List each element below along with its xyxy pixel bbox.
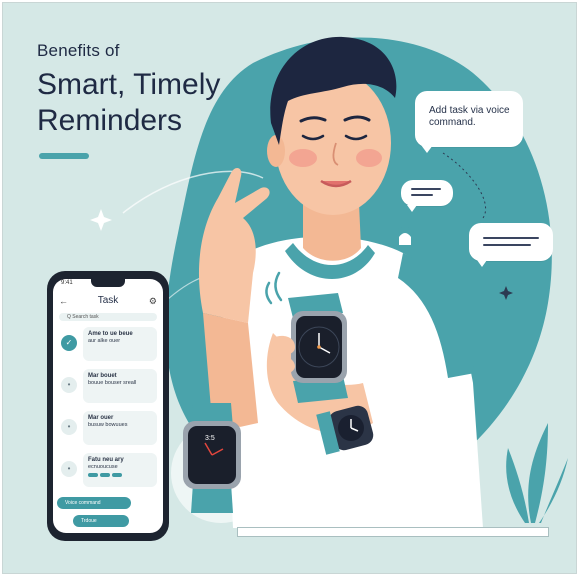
page-title: Smart, Timely Reminders (37, 67, 220, 139)
task-title: Fatu neu ary (88, 457, 124, 463)
phone-header-title: Task (97, 295, 119, 306)
illustration-frame: Benefits of Smart, Timely Reminders Add … (2, 2, 577, 574)
task-item[interactable]: • Fatu neu ary ecnuoucuse (59, 453, 157, 487)
circle-icon[interactable]: • (61, 377, 77, 393)
speech-bubble-text: Add task via voice command. (429, 105, 510, 128)
plant-icon (506, 423, 568, 523)
page-title-line-2: Reminders (37, 104, 183, 137)
task-card: Mar ouer busuw bowuues (83, 411, 157, 445)
smartphone: 9:41 ← Task ⚙ Q Search task ✓ Ame to ue … (47, 271, 169, 541)
task-card: Mar bouet bouue bouser sreall (83, 369, 157, 403)
task-detail: bouue bouser sreall (88, 380, 137, 386)
accent-bar (39, 153, 89, 159)
sparkle-icon (90, 209, 112, 231)
task-item[interactable]: ✓ Ame to ue beue aur alke ouer (59, 327, 157, 361)
task-item[interactable]: • Mar bouet bouue bouser sreall (59, 369, 157, 403)
task-detail: ecnuoucuse (88, 464, 118, 470)
page-title-line-1: Smart, Timely (37, 68, 221, 101)
task-detail: busuw bowuues (88, 422, 128, 428)
task-detail: aur alke ouer (88, 338, 121, 344)
task-item[interactable]: • Mar ouer busuw bowuues (59, 411, 157, 445)
settings-icon[interactable]: ⚙ (149, 291, 157, 311)
task-title: Mar bouet (88, 373, 117, 379)
ground-line (237, 527, 549, 537)
task-title: Mar ouer (88, 415, 114, 421)
phone-screen: 9:41 ← Task ⚙ Q Search task ✓ Ame to ue … (53, 279, 163, 533)
task-chips (88, 473, 152, 480)
phone-status-time: 9:41 (61, 280, 73, 286)
check-icon[interactable]: ✓ (61, 335, 77, 351)
phone-search-input[interactable]: Q Search task (59, 313, 157, 321)
speech-bubble-small (401, 180, 453, 212)
task-card: Ame to ue beue aur alke ouer (83, 327, 157, 361)
task-card: Fatu neu ary ecnuoucuse (83, 453, 157, 487)
bell-icon (393, 227, 417, 251)
title-eyebrow: Benefits of (37, 41, 120, 60)
phone-notch (91, 279, 125, 287)
send-pill[interactable]: Trdoue (73, 515, 129, 527)
circle-icon[interactable]: • (61, 461, 77, 477)
circle-icon[interactable]: • (61, 419, 77, 435)
speech-bubble-voice-command: Add task via voice command. (415, 91, 523, 153)
speech-bubble-large (469, 223, 553, 267)
task-title: Ame to ue beue (88, 331, 133, 337)
voice-command-pill[interactable]: Voice command (57, 497, 131, 509)
small-watch-time: 3:5 (205, 435, 215, 442)
